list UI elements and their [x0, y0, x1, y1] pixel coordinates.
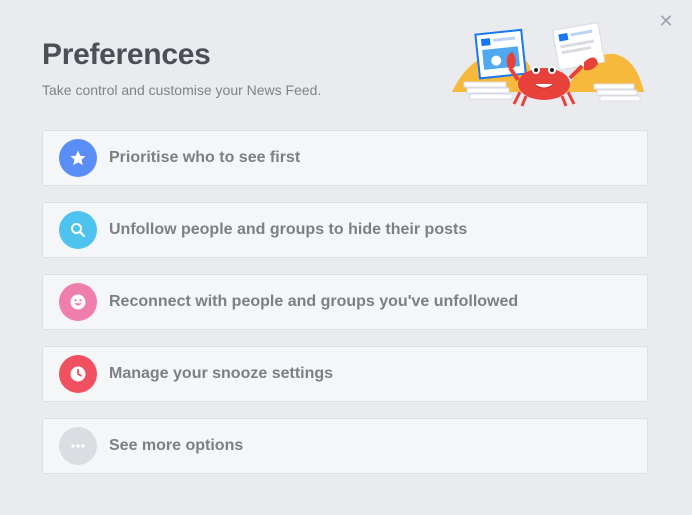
option-unfollow[interactable]: Unfollow people and groups to hide their…	[42, 202, 648, 258]
more-icon	[59, 427, 97, 465]
option-more[interactable]: See more options	[42, 418, 648, 474]
smile-icon	[59, 283, 97, 321]
option-label: Unfollow people and groups to hide their…	[109, 221, 468, 238]
option-label: Manage your snooze settings	[109, 365, 334, 382]
option-label: Prioritise who to see first	[109, 149, 301, 166]
preferences-dialog: ✕ Preferences Take control and customise…	[0, 0, 692, 515]
search-icon	[59, 211, 97, 249]
option-prioritise[interactable]: Prioritise who to see first	[42, 130, 648, 186]
star-icon	[59, 139, 97, 177]
clock-icon	[59, 355, 97, 393]
option-label: See more options	[109, 437, 244, 454]
option-snooze[interactable]: Manage your snooze settings	[42, 346, 648, 402]
crab-illustration	[452, 21, 644, 107]
page-subtitle: Take control and customise your News Fee…	[42, 82, 322, 98]
close-icon[interactable]: ✕	[658, 13, 674, 31]
page-title: Preferences	[42, 38, 211, 71]
option-label: Reconnect with people and groups you've …	[109, 293, 519, 310]
option-reconnect[interactable]: Reconnect with people and groups you've …	[42, 274, 648, 330]
options-list: Prioritise who to see first Unfollow peo…	[42, 130, 648, 490]
